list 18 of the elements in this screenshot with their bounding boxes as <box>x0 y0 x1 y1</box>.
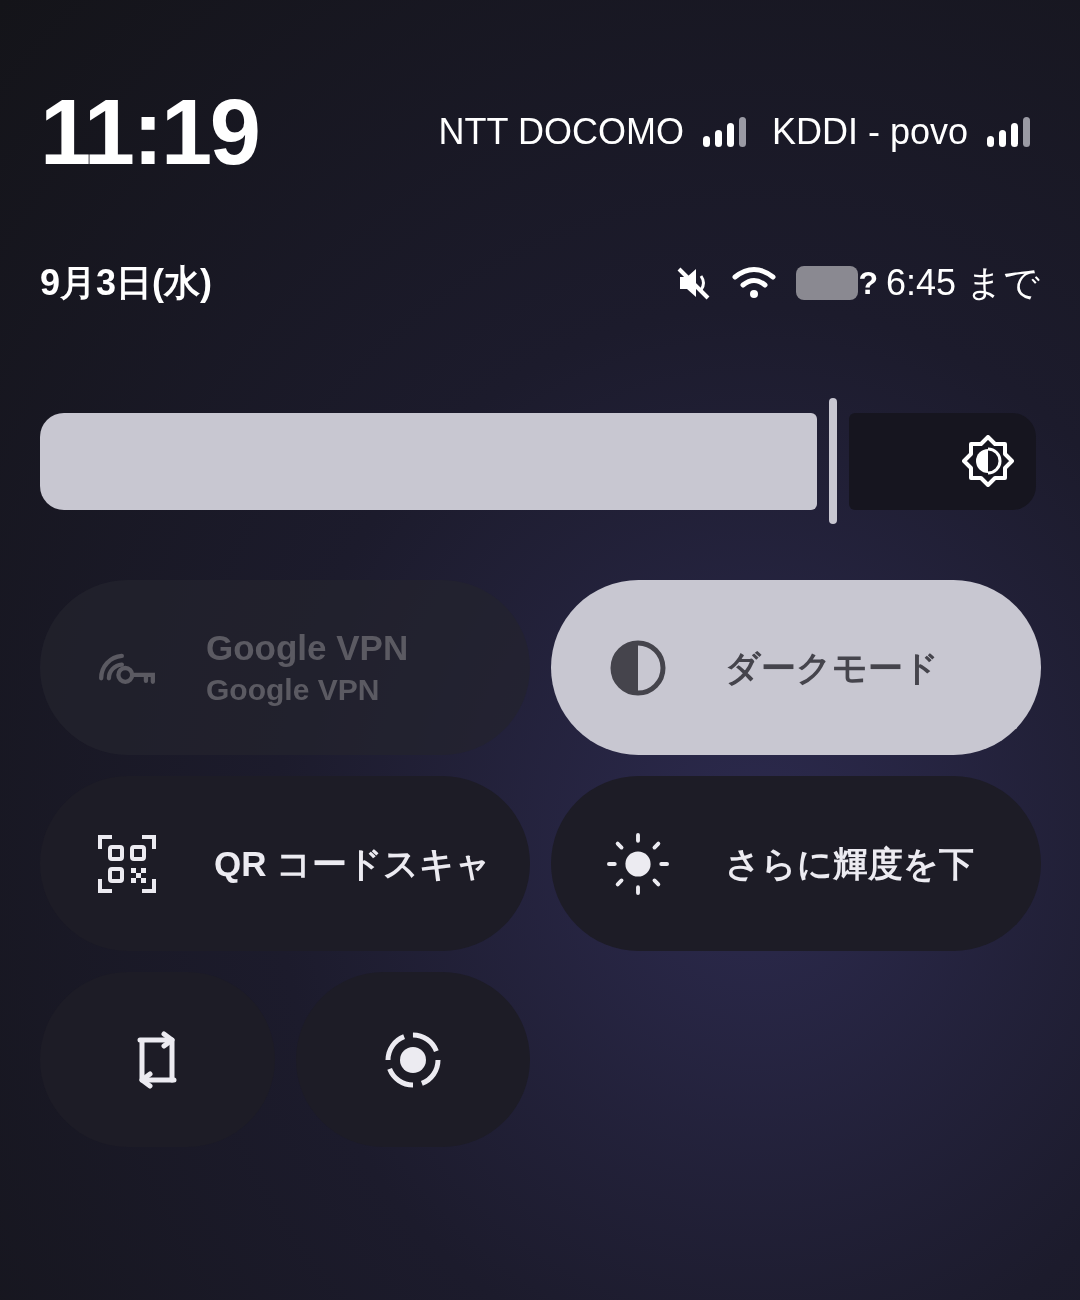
alarm-time: 6:45 まで <box>885 261 1040 305</box>
slider-thumb[interactable] <box>828 398 837 524</box>
brightness-slider[interactable] <box>40 398 1036 524</box>
qr-scan-icon <box>98 834 156 893</box>
clock: 11:19 <box>40 86 259 178</box>
carrier-name: KDDI - povo <box>771 110 968 154</box>
auto-brightness-icon <box>962 435 1014 487</box>
quick-tile[interactable]: さらに輝度を下 <box>551 776 1041 951</box>
blurred-block <box>796 266 859 300</box>
signal-icon <box>986 116 1032 148</box>
alarm-mark: ? <box>858 264 878 303</box>
wifi-icon <box>732 266 777 300</box>
carrier-name: NTT DOCOMO <box>438 110 684 154</box>
quick-tile[interactable]: QR コードスキャ <box>40 776 530 951</box>
sun-icon <box>607 831 669 896</box>
date: 9月3日(水) <box>40 261 213 305</box>
signal-icon <box>701 116 748 148</box>
quick-tile[interactable]: ダークモード <box>551 580 1041 755</box>
